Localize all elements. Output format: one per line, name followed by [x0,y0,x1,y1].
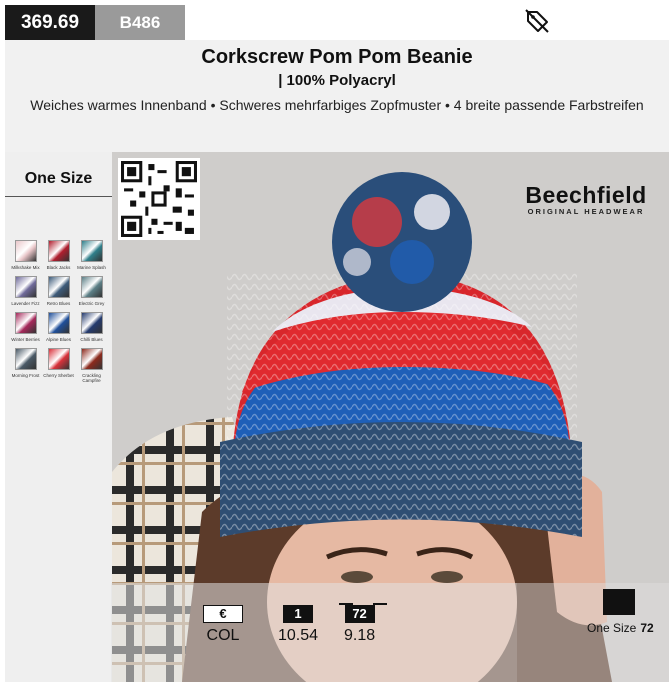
article-code-badge: B486 [95,5,185,40]
color-swatch[interactable]: Milkshake Mix [9,240,42,270]
swatch-label: Electric Grey [78,301,105,306]
swatch-label: Milkshake Mix [11,265,40,270]
size-color-panel: One Size Milkshake Mix Black Jacks Marine … [5,152,112,682]
col-label: COL [206,627,240,644]
packing-info: One Size 72 [517,583,669,682]
swatch-color-chip [47,348,70,370]
size-divider [5,196,112,197]
color-swatch[interactable]: Marine Splash [75,240,108,270]
color-swatch[interactable]: Retro Blues [42,276,75,306]
price-ref-badge: 369.69 [5,5,95,40]
color-swatch[interactable]: Cherry Sherbet [42,348,75,383]
color-swatch[interactable]: Black Jacks [42,240,75,270]
swatch-label: Crackling Campfire [82,373,101,383]
packing-size: One Size 72 [587,621,654,635]
price-panel: € COL 1 10.54 72 9.18 [111,583,517,682]
swatch-label: Winter Berries [11,337,40,342]
color-swatch[interactable]: Electric Grey [75,276,108,306]
price-col-currency: € COL [203,605,243,645]
swatch-label: Morning Frost [11,373,40,378]
qr-code[interactable] [118,158,200,240]
feature-list: Weiches warmes Innenband • Schweres mehr… [30,97,644,113]
material-subtitle: | 100% Polyacryl [278,72,396,89]
swatch-color-chip [14,312,37,334]
swatch-label: Lavender Fizz [11,301,40,306]
carton-icon [603,589,635,615]
color-swatch[interactable]: Crackling Campfire [75,348,108,383]
tag-slash-icon [525,9,549,33]
swatch-color-chip [14,240,37,262]
color-swatch[interactable]: Alpine Blues [42,312,75,342]
swatch-label: Cherry Sherbet [43,373,74,378]
swatch-label: Alpine Blues [45,337,72,342]
product-header: Corkscrew Pom Pom Beanie | 100% Polyacry… [5,40,669,152]
qty1-badge: 1 [283,605,314,623]
price-col-qty72: 72 9.18 [339,603,387,645]
swatch-color-chip [80,276,103,298]
swatch-label: Chilli Blues [80,337,103,342]
swatch-color-chip [80,348,103,370]
currency-badge: € [203,605,243,623]
packing-qty: 72 [640,621,654,635]
brand-name: Beechfield [525,182,647,208]
swatch-label: Marine Splash [77,265,106,270]
size-title: One Size [24,170,93,187]
color-swatch[interactable]: Morning Frost [9,348,42,383]
color-swatch[interactable]: Lavender Fizz [9,276,42,306]
swatch-label: Retro Blues [46,301,71,306]
swatch-color-chip [80,240,103,262]
price-col-qty1: 1 10.54 [278,605,318,645]
swatch-color-chip [47,312,70,334]
carton-lid-icon [339,603,387,605]
qty1-price: 10.54 [278,627,319,644]
swatch-color-chip [14,276,37,298]
packing-size-label: One Size [587,621,637,635]
color-swatch-grid: Milkshake Mix Black Jacks Marine Splash Lav… [9,240,109,383]
qty72-price: 9.18 [344,627,376,644]
product-title: Corkscrew Pom Pom Beanie [201,46,473,68]
qty72-badge: 72 [344,605,375,623]
brand-logo: Beechfield ORIGINAL HEADWEAR [510,182,662,216]
color-swatch[interactable]: Chilli Blues [75,312,108,342]
swatch-color-chip [47,276,70,298]
top-bar: 369.69 B486 [0,0,669,40]
brand-tagline: ORIGINAL HEADWEAR [527,207,645,216]
swatch-label: Black Jacks [46,265,71,270]
swatch-color-chip [80,312,103,334]
swatch-color-chip [47,240,70,262]
swatch-color-chip [14,348,37,370]
color-swatch[interactable]: Winter Berries [9,312,42,342]
